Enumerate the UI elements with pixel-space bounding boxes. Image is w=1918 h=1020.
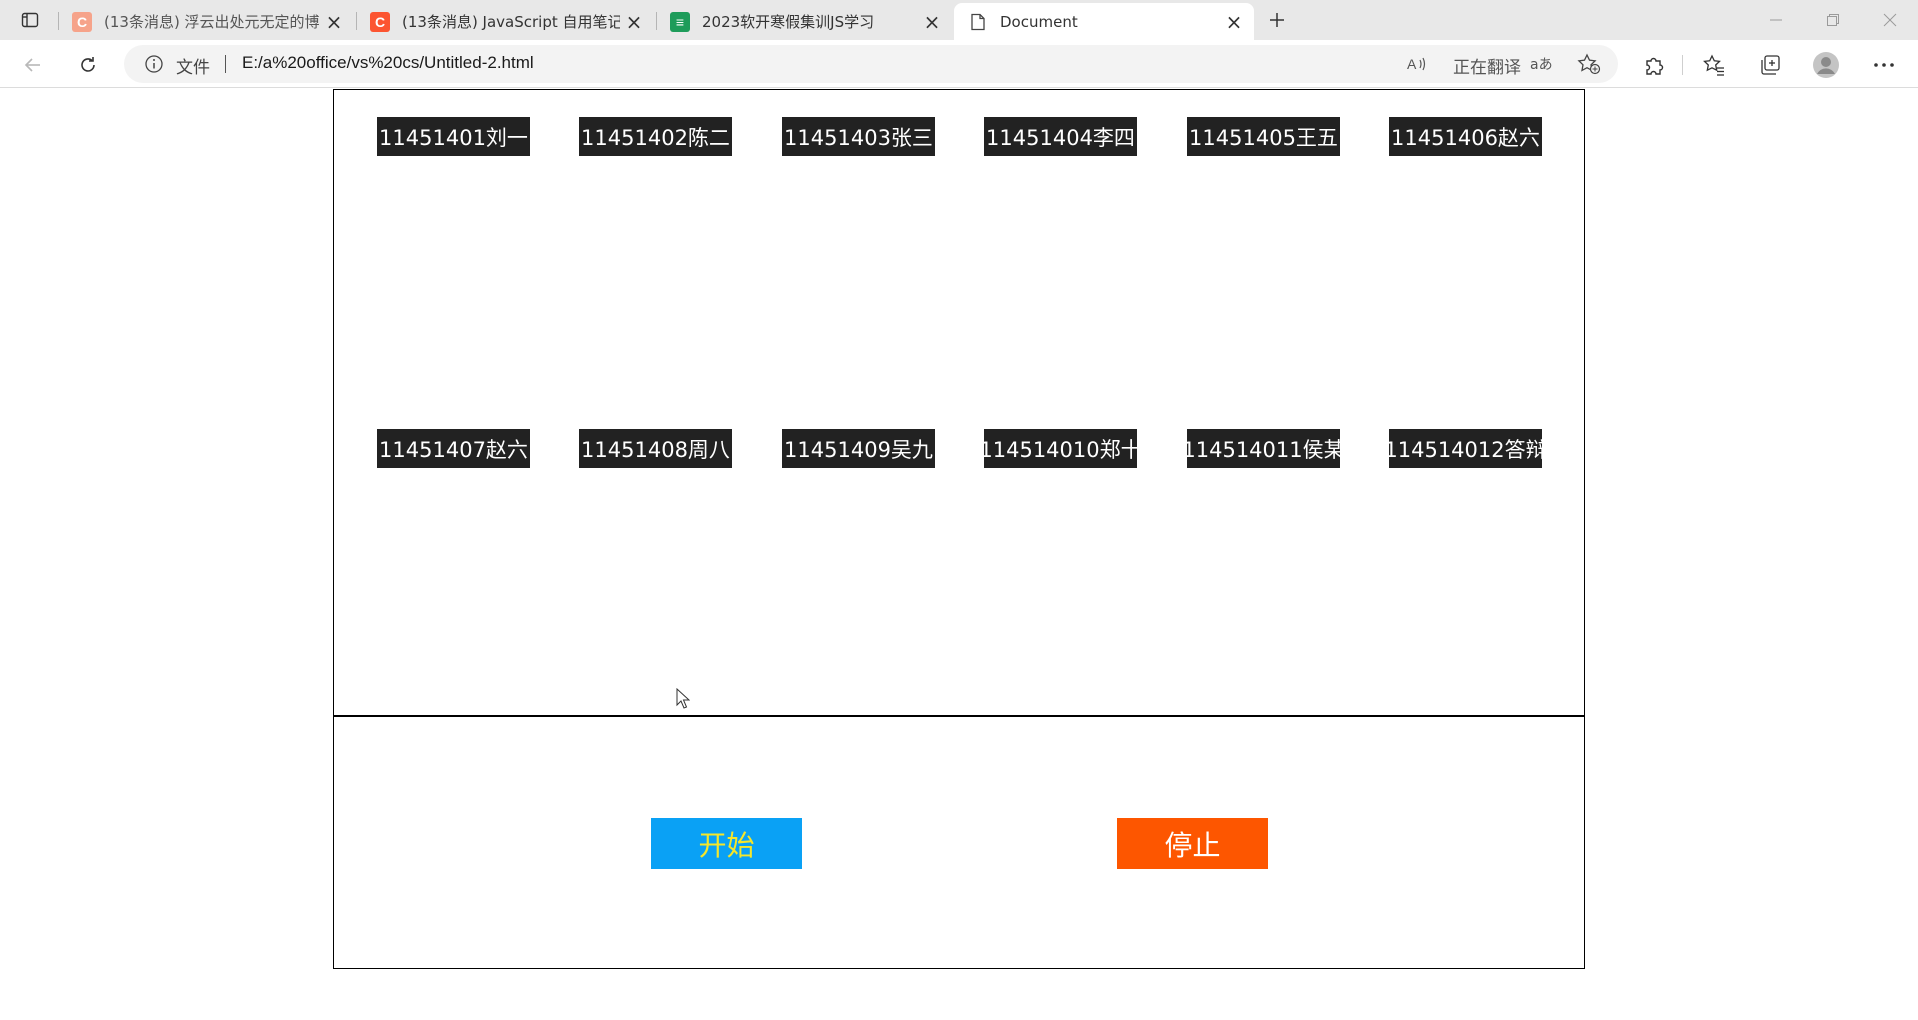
- tab-2[interactable]: C (13条消息) JavaScript 自用笔记 ( ×: [356, 3, 654, 40]
- name-card: 114514011侯某: [1187, 429, 1340, 468]
- translate-icon[interactable]: aあ: [1529, 52, 1555, 76]
- start-button[interactable]: 开始: [651, 818, 802, 869]
- avatar-icon: [1813, 52, 1839, 78]
- favorites-button[interactable]: [1696, 47, 1732, 83]
- profile-button[interactable]: [1808, 47, 1844, 83]
- collections-icon: [1761, 55, 1780, 75]
- page-viewport: 11451401刘一 11451402陈二 11451403张三 1145140…: [0, 89, 1918, 1020]
- name-card: 11451406赵六: [1389, 117, 1542, 156]
- csdn-favicon-icon: C: [72, 11, 92, 32]
- address-bar[interactable]: 文件 E:/a%20office/vs%20cs/Untitled-2.html…: [124, 45, 1618, 83]
- name-card: 11451405王五: [1187, 117, 1340, 156]
- url-text[interactable]: E:/a%20office/vs%20cs/Untitled-2.html: [242, 53, 534, 73]
- arrow-left-icon: [24, 58, 40, 72]
- close-tab-icon[interactable]: ×: [1220, 8, 1248, 36]
- collections-button[interactable]: [1752, 47, 1788, 83]
- refresh-button[interactable]: [71, 48, 105, 82]
- document-icon: [968, 12, 988, 32]
- restore-button[interactable]: [1805, 0, 1861, 40]
- favorites-star-icon: [1703, 54, 1724, 76]
- svg-text:aあ: aあ: [1530, 57, 1553, 73]
- settings-more-button[interactable]: [1866, 47, 1902, 83]
- puzzle-icon: [1646, 57, 1664, 75]
- divider: [225, 55, 226, 73]
- tab-title: (13条消息) 浮云出处元无定的博客: [104, 13, 320, 31]
- tab-3[interactable]: ≡ 2023软开寒假集训JS学习 ×: [656, 3, 952, 40]
- more-dots-icon: [1874, 63, 1894, 67]
- close-tab-icon[interactable]: ×: [918, 8, 946, 36]
- name-card: 11451401刘一: [377, 117, 530, 156]
- translating-status: 正在翻译: [1453, 58, 1521, 78]
- name-card: 11451409吴九: [782, 429, 935, 468]
- close-window-button[interactable]: [1862, 0, 1918, 40]
- navigation-bar: 文件 E:/a%20office/vs%20cs/Untitled-2.html…: [0, 40, 1918, 88]
- extensions-button[interactable]: [1636, 47, 1672, 83]
- mouse-pointer-icon: [676, 688, 690, 709]
- name-card: 11451408周八: [579, 429, 732, 468]
- name-card: 114514012答辩: [1389, 429, 1542, 468]
- minimize-icon: [1770, 19, 1782, 21]
- tab-1[interactable]: C (13条消息) 浮云出处元无定的博客 ×: [58, 3, 354, 40]
- file-scheme-label: 文件: [176, 58, 210, 78]
- add-favorite-icon[interactable]: [1576, 52, 1602, 76]
- control-box: 开始 停止: [333, 717, 1585, 969]
- name-card: 114514010郑十: [984, 429, 1137, 468]
- back-button[interactable]: [16, 48, 50, 82]
- csdn-favicon-icon: C: [370, 11, 390, 32]
- restore-icon: [1827, 14, 1839, 26]
- tab-4-active[interactable]: Document ×: [954, 3, 1254, 40]
- tab-title: Document: [1000, 12, 1078, 31]
- plus-icon: [1270, 13, 1284, 27]
- stop-button[interactable]: 停止: [1117, 818, 1268, 869]
- name-card: 11451403张三: [782, 117, 935, 156]
- new-tab-button[interactable]: [1262, 5, 1292, 35]
- tab-strip: C (13条消息) 浮云出处元无定的博客 × C (13条消息) JavaScr…: [0, 0, 1918, 40]
- name-card: 11451402陈二: [579, 117, 732, 156]
- tab-title: 2023软开寒假集训JS学习: [702, 13, 875, 31]
- name-card: 11451407赵六: [377, 429, 530, 468]
- name-grid-box: 11451401刘一 11451402陈二 11451403张三 1145140…: [333, 89, 1585, 717]
- sidebar-layout-icon: [21, 12, 39, 28]
- read-aloud-icon[interactable]: A: [1404, 52, 1430, 76]
- close-tab-icon[interactable]: ×: [620, 8, 648, 36]
- name-card: 11451404李四: [984, 117, 1137, 156]
- tab-title: (13条消息) JavaScript 自用笔记 (: [402, 13, 620, 31]
- toolbar-separator: [1682, 55, 1683, 75]
- info-icon[interactable]: [144, 54, 164, 74]
- close-tab-icon[interactable]: ×: [320, 8, 348, 36]
- close-icon: [1883, 13, 1897, 27]
- sheets-favicon-icon: ≡: [670, 11, 690, 32]
- svg-text:A: A: [1407, 56, 1417, 72]
- tab-actions-button[interactable]: [10, 4, 50, 36]
- refresh-icon: [81, 57, 95, 72]
- minimize-button[interactable]: [1748, 0, 1804, 40]
